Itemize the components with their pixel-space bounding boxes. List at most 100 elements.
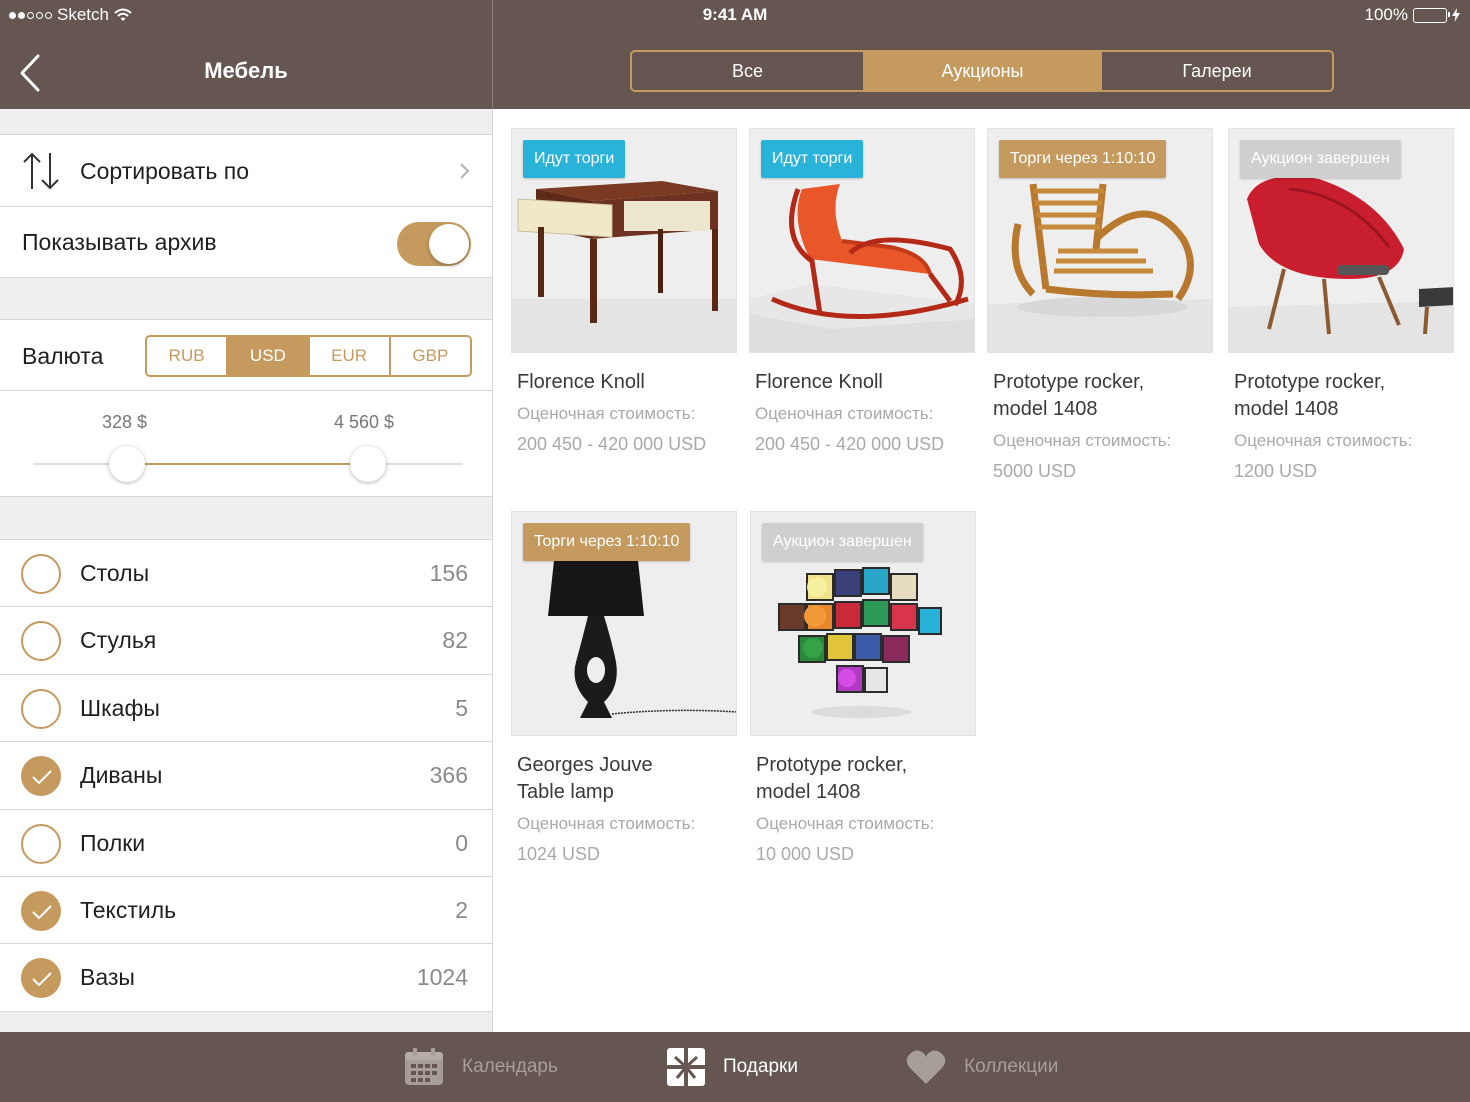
estimate-label: Оценочная стоимость:	[756, 814, 935, 833]
category-list: Столы 156 Стулья 82 Шкафы 5 Диваны 366 П…	[0, 539, 492, 1012]
status-time: 9:41 AM	[702, 5, 768, 24]
category-name: Полки	[80, 829, 146, 856]
lot-price: 10 000 USD	[756, 844, 855, 864]
lot-image[interactable]: Аукцион завершен	[1228, 128, 1454, 353]
checkbox[interactable]	[21, 958, 61, 999]
category-item[interactable]: Столы 156	[0, 540, 492, 608]
lot-title: Georges Jouve Table lamp	[517, 754, 653, 803]
segment-auctions[interactable]: Аукционы	[863, 52, 1100, 90]
sort-row[interactable]: Сортировать по	[0, 134, 492, 207]
category-name: Стулья	[80, 627, 157, 654]
currency-rub[interactable]: RUB	[147, 337, 226, 375]
lot-image[interactable]: Торги через 1:10:10	[511, 511, 737, 736]
estimate-label: Оценочная стоимость:	[755, 404, 934, 423]
category-name: Текстиль	[80, 896, 177, 923]
lot-title: Florence Knoll	[517, 371, 645, 393]
category-item[interactable]: Шкафы 5	[0, 675, 492, 743]
currency-eur[interactable]: EUR	[307, 337, 389, 375]
checkbox[interactable]	[21, 890, 61, 931]
checkbox[interactable]	[21, 621, 61, 662]
category-count: 1024	[416, 964, 468, 991]
currency-usd[interactable]: USD	[226, 337, 308, 375]
status-badge: Аукцион завершен	[762, 523, 923, 561]
tab-calendar-label: Календарь	[462, 1056, 558, 1077]
battery-icon	[1413, 7, 1450, 23]
chevron-right-icon	[460, 163, 470, 179]
lot-price: 1024 USD	[517, 844, 601, 864]
lot-title: Prototype rocker, model 1408	[1234, 371, 1386, 420]
estimate-label: Оценочная стоимость:	[1234, 431, 1413, 450]
category-count: 156	[429, 560, 468, 586]
status-badge: Идут торги	[523, 140, 626, 178]
lot-image[interactable]: Аукцион завершен	[750, 511, 976, 736]
lot-price: 1200 USD	[1234, 461, 1318, 481]
category-name: Столы	[80, 560, 150, 586]
category-item[interactable]: Стулья 82	[0, 607, 492, 675]
currency-section: Валюта RUB USD EUR GBP 328 $ 4 560 $	[0, 319, 492, 497]
category-name: Шкафы	[80, 694, 160, 721]
charging-icon	[1452, 8, 1460, 22]
tab-collections[interactable]: Коллекции	[906, 1032, 1058, 1102]
divider	[0, 390, 492, 391]
calendar-icon	[405, 1048, 443, 1085]
category-item[interactable]: Диваны 366	[0, 742, 492, 810]
segment-all[interactable]: Все	[632, 52, 863, 90]
tab-calendar[interactable]: Календарь	[404, 1032, 558, 1102]
category-count: 366	[429, 762, 468, 789]
checkbox[interactable]	[21, 756, 61, 797]
sort-icon	[23, 152, 59, 190]
category-name: Диваны	[80, 762, 163, 789]
status-badge: Торги через 1:10:10	[523, 523, 691, 561]
price-min-label: 328 $	[102, 412, 148, 432]
checkbox[interactable]	[21, 554, 61, 594]
page-title: Мебель	[204, 58, 288, 83]
archive-row: Показывать архив	[0, 206, 492, 278]
price-slider-range	[127, 463, 368, 465]
gift-icon	[667, 1048, 705, 1086]
sort-label: Сортировать по	[80, 158, 250, 184]
lot-grid: Идут торги Florence Knoll Оценочная стои…	[493, 109, 1470, 1032]
status-badge: Аукцион завершен	[1240, 140, 1401, 178]
status-badge: Идут торги	[761, 140, 864, 178]
price-min-handle[interactable]	[109, 446, 145, 482]
tab-collections-label: Коллекции	[964, 1056, 1059, 1077]
toggle-knob	[429, 224, 469, 264]
tab-gifts-label: Подарки	[723, 1056, 798, 1077]
checkmark-icon	[32, 972, 52, 987]
checkbox[interactable]	[21, 688, 61, 729]
category-count: 82	[442, 627, 468, 654]
checkbox[interactable]	[21, 823, 61, 864]
checkmark-icon	[32, 770, 52, 785]
currency-gbp[interactable]: GBP	[388, 337, 470, 375]
lot-price: 200 450 - 420 000 USD	[517, 434, 707, 454]
status-badge: Торги через 1:10:10	[999, 140, 1167, 178]
estimate-label: Оценочная стоимость:	[517, 404, 696, 423]
category-name: Вазы	[80, 964, 135, 991]
tab-gifts[interactable]: Подарки	[667, 1032, 798, 1102]
battery-percent: 100%	[1364, 5, 1408, 24]
lot-image[interactable]: Идут торги	[749, 128, 975, 353]
segment-galleries[interactable]: Галереи	[1100, 52, 1332, 90]
lot-image[interactable]: Торги через 1:10:10	[987, 128, 1213, 353]
lot-image[interactable]: Идут торги	[511, 128, 737, 353]
lot-price: 200 450 - 420 000 USD	[755, 434, 945, 454]
heart-icon	[906, 1050, 946, 1084]
lot-title: Prototype rocker, model 1408	[756, 754, 908, 803]
category-count: 0	[455, 829, 468, 856]
status-bar-right: 100%	[1365, 4, 1460, 26]
price-max-handle[interactable]	[350, 446, 386, 482]
checkmark-icon	[32, 905, 52, 920]
category-item[interactable]: Вазы 1024	[0, 944, 492, 1012]
category-item[interactable]: Полки 0	[0, 810, 492, 877]
category-count: 5	[455, 694, 468, 721]
estimate-label: Оценочная стоимость:	[517, 814, 696, 833]
archive-toggle[interactable]	[397, 222, 471, 266]
tab-bar: Календарь Подарки Коллекции	[0, 1032, 1470, 1102]
archive-label: Показывать архив	[22, 229, 217, 255]
lot-title: Florence Knoll	[755, 371, 883, 393]
category-count: 2	[455, 896, 468, 923]
category-item[interactable]: Текстиль 2	[0, 877, 492, 945]
currency-segmented: RUB USD EUR GBP	[145, 335, 472, 377]
estimate-label: Оценочная стоимость:	[993, 431, 1172, 450]
source-filter-segmented: Все Аукционы Галереи	[630, 50, 1334, 92]
